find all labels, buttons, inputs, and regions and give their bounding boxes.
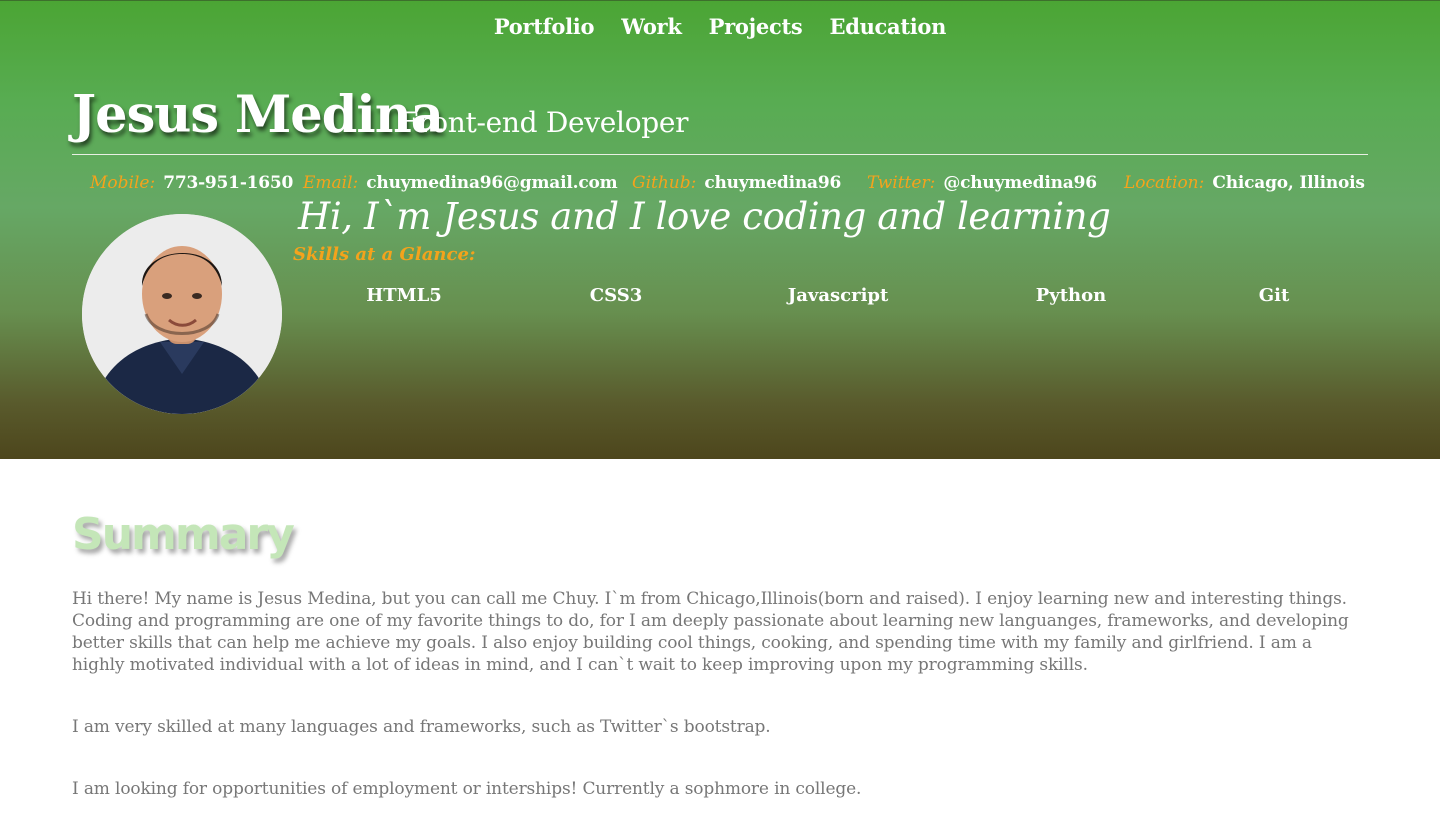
- skill-css3: CSS3: [589, 285, 643, 306]
- nav-link-education[interactable]: Education: [830, 14, 947, 39]
- contact-email-label: Email:: [303, 173, 359, 193]
- summary-heading: Summary: [72, 509, 295, 560]
- avatar-portrait-icon: [82, 214, 282, 414]
- contact-email: Email: chuymedina96@gmail.com: [303, 173, 618, 193]
- nav-link-portfolio[interactable]: Portfolio: [494, 14, 595, 39]
- job-title: Front-end Developer: [399, 106, 689, 139]
- skill-html5: HTML5: [366, 285, 442, 306]
- contact-github-label: Github:: [632, 173, 697, 193]
- summary-paragraph: I am looking for opportunities of employ…: [72, 779, 862, 799]
- skill-python: Python: [1035, 285, 1107, 306]
- contact-twitter-value[interactable]: @chuymedina96: [943, 173, 1097, 193]
- skill-git: Git: [1258, 285, 1290, 306]
- contact-location-label: Location:: [1124, 173, 1205, 193]
- summary-paragraph: Hi there! My name is Jesus Medina, but y…: [72, 589, 1349, 675]
- contact-mobile: Mobile: 773-951-1650: [90, 173, 293, 193]
- contact-location-value: Chicago, Illinois: [1212, 173, 1365, 193]
- header-divider: [72, 154, 1368, 155]
- skill-javascript: Javascript: [787, 285, 889, 306]
- contact-location: Location: Chicago, Illinois: [1124, 173, 1365, 193]
- tagline: Hi, I`m Jesus and I love coding and lear…: [298, 195, 1111, 238]
- contact-mobile-value: 773-951-1650: [163, 173, 294, 193]
- header-banner: Portfolio Work Projects Education Jesus …: [0, 0, 1440, 459]
- top-nav: Portfolio Work Projects Education: [0, 14, 1440, 39]
- nav-link-projects[interactable]: Projects: [709, 14, 803, 39]
- summary-paragraph: I am very skilled at many languages and …: [72, 717, 771, 737]
- contact-github: Github: chuymedina96: [632, 173, 841, 193]
- contact-email-value[interactable]: chuymedina96@gmail.com: [366, 173, 617, 193]
- nav-link-work[interactable]: Work: [621, 14, 682, 39]
- contact-mobile-label: Mobile:: [90, 173, 156, 193]
- page-title-name: Jesus Medina: [72, 85, 444, 145]
- contact-twitter-label: Twitter:: [867, 173, 936, 193]
- contact-github-value[interactable]: chuymedina96: [704, 173, 841, 193]
- skills-title: Skills at a Glance:: [293, 244, 476, 265]
- contact-twitter: Twitter: @chuymedina96: [867, 173, 1097, 193]
- avatar: [82, 214, 282, 414]
